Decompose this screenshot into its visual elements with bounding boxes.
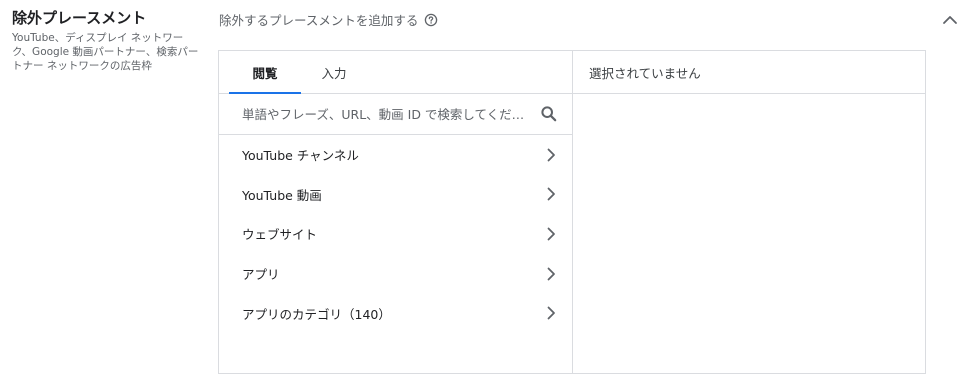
category-list: YouTube チャンネル YouTube 動画 ウェブサイト アプリ アプリの…	[219, 135, 572, 333]
section-info: 除外プレースメント YouTube、ディスプレイ ネットワーク、Google 動…	[12, 8, 202, 73]
list-item-label: YouTube チャンネル	[242, 148, 359, 164]
chevron-right-icon	[547, 227, 555, 241]
browse-column: 閲覧 入力 YouTube チャンネル YouTube 動画	[219, 51, 573, 373]
tab-browse[interactable]: 閲覧	[229, 51, 301, 94]
section-title: 除外プレースメント	[12, 9, 147, 27]
search-bar	[219, 94, 572, 135]
chevron-right-icon	[547, 267, 555, 280]
list-item-label: YouTube 動画	[242, 187, 322, 203]
list-item-label: アプリ	[242, 267, 280, 283]
search-icon[interactable]	[540, 105, 558, 123]
selected-column: 選択されていません	[573, 51, 925, 373]
tab-input[interactable]: 入力	[301, 51, 367, 93]
placement-picker: 閲覧 入力 YouTube チャンネル YouTube 動画	[218, 50, 926, 374]
list-item-youtube-channel[interactable]: YouTube チャンネル	[219, 135, 572, 175]
selected-empty-label: 選択されていません	[573, 51, 925, 94]
chevron-up-icon[interactable]	[940, 12, 960, 28]
list-item-youtube-video[interactable]: YouTube 動画	[219, 175, 572, 215]
add-placement-label: 除外するプレースメントを追加する	[219, 12, 419, 28]
chevron-right-icon	[547, 148, 555, 162]
list-item-app-category[interactable]: アプリのカテゴリ（140）	[219, 293, 572, 333]
help-circle-icon[interactable]	[424, 12, 438, 27]
search-input[interactable]	[242, 106, 532, 122]
tab-input-label: 入力	[321, 65, 347, 81]
section-description: YouTube、ディスプレイ ネットワーク、Google 動画パートナー、検索パ…	[12, 32, 199, 72]
tab-bar: 閲覧 入力	[219, 51, 572, 94]
list-item-app[interactable]: アプリ	[219, 254, 572, 294]
list-item-label: ウェブサイト	[242, 227, 318, 243]
list-item-website[interactable]: ウェブサイト	[219, 214, 572, 254]
add-placement-header: 除外するプレースメントを追加する	[219, 10, 438, 28]
chevron-right-icon	[547, 187, 555, 201]
chevron-right-icon	[547, 306, 555, 320]
list-item-label: アプリのカテゴリ（140）	[242, 306, 391, 322]
tab-browse-label: 閲覧	[252, 65, 278, 81]
